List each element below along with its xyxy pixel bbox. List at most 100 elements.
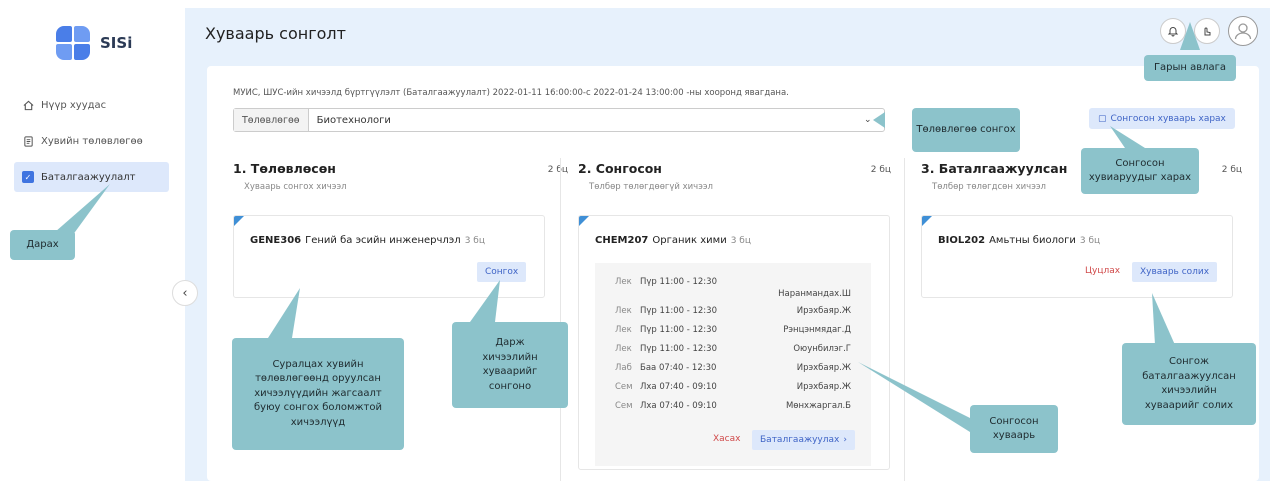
callout-view-selected: Сонгосон хувиаруудыг харах — [1081, 148, 1199, 194]
column-divider — [904, 158, 905, 481]
logo-text: SISi — [100, 34, 133, 52]
chevron-right-icon: › — [843, 435, 847, 445]
course-card: GENE306 Гений ба эсийн инженерчлэл 3 бц Со… — [233, 215, 545, 298]
course-card: CHEM207 Органик хими 3 бц Лек Пүр 11:00 - … — [578, 215, 890, 470]
plan-select-value: Биотехнологи — [316, 114, 391, 126]
course-code: CHEM207 — [595, 235, 649, 246]
chevron-down-icon: ⌄ — [864, 115, 872, 125]
cancel-link[interactable]: Цуцлах — [1085, 266, 1120, 276]
callout-change-schedule: Сонгож баталгаажуулсан хичээлийн хуваари… — [1122, 343, 1256, 425]
remove-link[interactable]: Хасах — [713, 434, 740, 444]
schedule-row[interactable]: Сем Лха 07:40 - 09:10 Ирэхбаяр.Ж — [615, 382, 851, 396]
sidebar-item-label: Баталгаажуулалт — [41, 171, 136, 183]
corner-marker — [234, 216, 244, 226]
checkbox-icon: ✓ — [22, 171, 34, 183]
schedule-teacher: Рэнцэнмядаг.Д — [783, 325, 851, 335]
logo[interactable]: SISi — [56, 26, 132, 60]
sidebar-item-plan[interactable]: Хувийн төлөвлөгөө — [14, 126, 169, 156]
view-selected-schedule-button[interactable]: ▢ Сонгосон хуваарь харах — [1089, 108, 1235, 129]
change-schedule-button[interactable]: Хуваарь солих — [1132, 262, 1218, 282]
schedule-type: Лек — [615, 344, 632, 354]
column-credit-count: 2 бц — [547, 165, 568, 175]
schedule-teacher: Наранмандах.Ш — [778, 289, 851, 299]
schedule-teacher: Ирэхбаяр.Ж — [796, 382, 851, 392]
column-subtitle: Төлбөр төлөгдсөн хичээл — [932, 182, 1046, 192]
schedule-type: Лек — [615, 277, 632, 287]
schedule-time: Пүр 11:00 - 12:30 — [640, 277, 717, 287]
screen: SISi Нүүр хуудас Хувийн төлөвлөгөө ✓ Бат… — [0, 0, 1277, 481]
course-code: BIOL202 — [938, 235, 986, 246]
manual-icon[interactable] — [1194, 18, 1220, 44]
course-name: Амьтны биологи — [989, 235, 1076, 246]
schedule-row[interactable]: Лек Пүр 11:00 - 12:30 Ирэхбаяр.Ж — [615, 306, 851, 320]
registration-notice: МУИС, ШУС-ийн хичээлд бүртгүүлэлт (Батал… — [233, 88, 789, 98]
column-title: 1. Төлөвлөсөн — [233, 161, 336, 176]
sidebar-item-label: Нүүр хуудас — [41, 99, 107, 111]
schedule-time: Пүр 11:00 - 12:30 — [640, 306, 717, 316]
course-info: BIOL202 Амьтны биологи 3 бц — [938, 235, 1100, 246]
schedule-time: Лха 07:40 - 09:10 — [640, 382, 717, 392]
plan-select[interactable]: Төлөвлөгөө Биотехнологи ⌄ — [233, 108, 885, 132]
header-actions — [1160, 16, 1258, 46]
schedule-row[interactable]: Лек Пүр 11:00 - 12:30 Наранмандах.Ш — [615, 277, 851, 299]
document-icon — [22, 135, 34, 147]
course-credits: 3 бц — [1079, 236, 1101, 246]
schedule-row[interactable]: Лек Пүр 11:00 - 12:30 Рэнцэнмядаг.Д — [615, 325, 851, 339]
schedule-teacher: Мөнхжаргал.Б — [785, 401, 851, 411]
course-card: BIOL202 Амьтны биологи 3 бц Цуцлах Хуваарь… — [921, 215, 1233, 298]
schedule-type: Лек — [615, 325, 632, 335]
schedule-row[interactable]: Лек Пүр 11:00 - 12:30 Оюунбилэг.Г — [615, 344, 851, 358]
schedule-time: Пүр 11:00 - 12:30 — [640, 325, 717, 335]
collapse-sidebar-button[interactable]: ‹ — [172, 280, 198, 306]
schedule-type: Лаб — [615, 363, 632, 373]
avatar[interactable] — [1228, 16, 1258, 46]
schedule-type: Лек — [615, 306, 632, 316]
logo-mark-icon — [56, 26, 90, 60]
page-title: Хуваарь сонголт — [205, 24, 346, 43]
column-selected: 2. Сонгосон Төлбөр төлөгдөөгүй хичээл 2 … — [578, 158, 913, 481]
plan-select-label: Төлөвлөгөө — [234, 109, 309, 131]
schedule-type: Сем — [615, 382, 633, 392]
course-name: Гений ба эсийн инженерчлэл — [305, 235, 461, 246]
column-credit-count: 2 бц — [1221, 165, 1242, 175]
schedule-row[interactable]: Сем Лха 07:40 - 09:10 Мөнхжаргал.Б — [615, 401, 851, 415]
corner-marker — [922, 216, 932, 226]
callout-manual: Гарын авлага — [1144, 55, 1236, 81]
confirm-button[interactable]: Баталгаажуулах › — [752, 430, 855, 450]
schedule-teacher: Оюунбилэг.Г — [793, 344, 851, 354]
schedule-time: Баа 07:40 - 12:30 — [640, 363, 717, 373]
course-info: GENE306 Гений ба эсийн инженерчлэл 3 бц — [250, 235, 485, 246]
schedule-row[interactable]: Лаб Баа 07:40 - 12:30 Ирэхбаяр.Ж — [615, 363, 851, 377]
column-title: 3. Баталгаажуулсан — [921, 161, 1068, 176]
sidebar-item-label: Хувийн төлөвлөгөө — [41, 135, 143, 147]
sidebar-item-confirmation[interactable]: ✓ Баталгаажуулалт — [14, 162, 169, 192]
chevron-left-icon: ‹ — [182, 285, 188, 301]
course-code: GENE306 — [250, 235, 302, 246]
callout-planned-list: Суралцах хувийн төлөвлөгөөнд оруулсан хи… — [232, 338, 404, 450]
schedule-time: Пүр 11:00 - 12:30 — [640, 344, 717, 354]
view-selected-label: Сонгосон хуваарь харах — [1110, 113, 1226, 124]
schedule-time: Лха 07:40 - 09:10 — [640, 401, 717, 411]
corner-marker — [579, 216, 589, 226]
schedule-teacher: Ирэхбаяр.Ж — [796, 363, 851, 373]
column-title: 2. Сонгосон — [578, 161, 662, 176]
callout-plan-select: Төлөвлөгөө сонгох — [912, 108, 1020, 152]
course-credits: 3 бц — [730, 236, 751, 246]
sidebar-nav: Нүүр хуудас Хувийн төлөвлөгөө ✓ Баталгаа… — [14, 90, 169, 198]
bell-icon[interactable] — [1160, 18, 1186, 44]
column-subtitle: Төлбөр төлөгдөөгүй хичээл — [589, 182, 713, 192]
column-divider — [560, 158, 561, 481]
select-button[interactable]: Сонгох — [477, 262, 527, 282]
home-icon — [22, 99, 34, 111]
calendar-icon: ▢ — [1098, 113, 1107, 124]
callout-press: Дарах — [10, 230, 75, 260]
callout-select: Дарж хичээлийн хуваарийг сонгоно — [452, 322, 568, 408]
course-credits: 3 бц — [464, 236, 485, 246]
schedule-type: Сем — [615, 401, 633, 411]
schedule-teacher: Ирэхбаяр.Ж — [796, 306, 851, 316]
column-credit-count: 2 бц — [870, 165, 891, 175]
column-subtitle: Хуваарь сонгох хичээл — [244, 182, 347, 192]
schedule-list: Лек Пүр 11:00 - 12:30 Наранмандах.Ш Лек … — [595, 263, 871, 466]
callout-selected-schedule: Сонгосон хуваарь — [970, 405, 1058, 453]
sidebar-item-home[interactable]: Нүүр хуудас — [14, 90, 169, 120]
